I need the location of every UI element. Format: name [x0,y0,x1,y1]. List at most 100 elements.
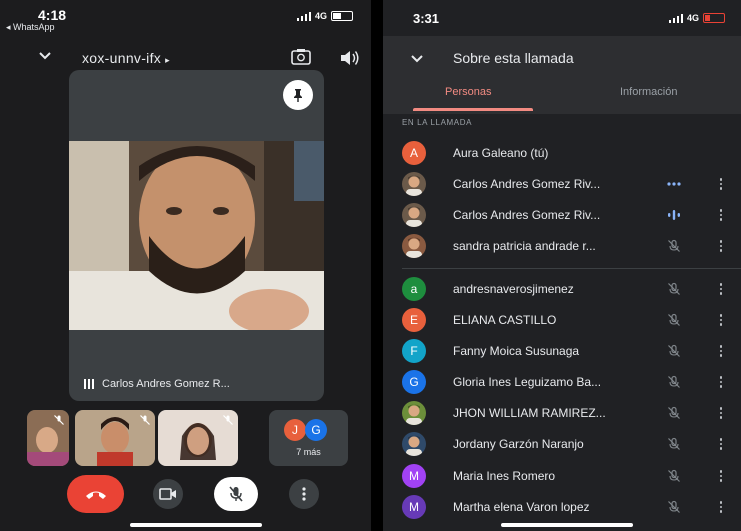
avatar: a [402,277,426,301]
page-title: Sobre esta llamada [453,50,574,66]
mic-off-icon [666,281,682,297]
chevron-down-icon[interactable] [410,52,424,66]
participant-name: Aura Galeano (tú) [453,146,549,160]
chevron-down-icon[interactable] [38,49,52,63]
thumbnail-tile[interactable] [158,410,238,466]
avatar: G [402,370,426,394]
more-vertical-icon[interactable] [716,468,726,484]
status-time: 3:31 [413,11,440,26]
speaker-icon[interactable] [338,48,360,68]
thumbnail-strip: J G 7 más [27,410,348,466]
participant-name: andresnaverosjimenez [453,282,574,296]
thumbnail-tile[interactable] [27,410,69,466]
avatar [402,203,426,227]
details-header: Sobre esta llamada Personas Información [383,36,741,114]
avatar [402,172,426,196]
participant-row[interactable]: M Martha elena Varon lopez [383,492,741,522]
participant-row[interactable]: F Fanny Moica Susunaga [383,336,741,366]
hang-up-button[interactable] [67,475,124,513]
meeting-code: xox-unnv-ifx [82,50,162,66]
participant-name: sandra patricia andrade r... [453,239,596,253]
mic-toggle-button[interactable] [214,477,258,511]
more-vertical-icon[interactable] [716,238,726,254]
more-vertical-icon[interactable] [716,343,726,359]
participant-name: Carlos Andres Gomez Riv... [453,208,601,222]
participant-row[interactable]: a andresnaverosjimenez [383,274,741,304]
caret-right-icon: ▸ [165,55,170,65]
more-options-button[interactable] [289,479,319,509]
signal-indicator: 4G [296,11,353,21]
participant-name: Martha elena Varon lopez [453,500,590,514]
avatar-photo-icon [406,175,422,196]
participant-name: Fanny Moica Susunaga [453,344,580,358]
mic-off-icon [666,312,682,328]
participant-row[interactable]: Carlos Andres Gomez Riv... [383,200,741,230]
participant-name: Jordany Garzón Naranjo [453,437,584,451]
tab-personas[interactable]: Personas [445,86,491,98]
phone-hangup-icon [85,491,106,499]
more-avatar-j: J [284,419,306,441]
section-label: EN LA LLAMADA [402,118,473,127]
participant-row[interactable]: M Maria Ines Romero [383,461,741,491]
mic-off-icon [223,415,233,425]
main-video-tile[interactable]: Carlos Andres Gomez R... [69,70,324,401]
participant-row[interactable]: Carlos Andres Gomez Riv... [383,169,741,199]
status-time: 4:18 [38,7,67,23]
video-camera-icon [159,488,176,500]
mic-off-icon [140,415,150,425]
more-vertical-icon[interactable] [716,312,726,328]
participant-name: Maria Ines Romero [453,469,556,483]
participant-row[interactable]: sandra patricia andrade r... [383,231,741,261]
more-vertical-icon [302,487,306,501]
audio-dots-icon [666,176,682,192]
mic-off-icon [666,499,682,515]
avatar [402,432,426,456]
mic-off-icon [666,374,682,390]
signal-indicator: 4G [668,13,725,23]
switch-camera-icon[interactable] [290,47,312,67]
mic-off-icon [666,405,682,421]
more-vertical-icon[interactable] [716,405,726,421]
more-avatar-g: G [305,419,327,441]
back-to-whatsapp-link[interactable]: ◂ WhatsApp [6,22,55,33]
participant-row[interactable]: G Gloria Ines Leguizamo Ba... [383,367,741,397]
tab-informacion[interactable]: Información [620,86,677,98]
avatar-photo-icon [406,206,422,227]
avatar-photo-icon [406,404,422,425]
status-bar: 3:31 4G [383,0,741,36]
participant-row[interactable]: E ELIANA CASTILLO [383,305,741,335]
more-vertical-icon[interactable] [716,176,726,192]
battery-low-icon [703,13,725,23]
signal-bars-icon [296,11,311,21]
mic-off-icon [54,415,64,425]
call-details-screen: 3:31 4G Sobre esta llamada Personas Info… [383,0,741,531]
meeting-code-button[interactable]: xox-unnv-ifx ▸ [82,50,170,66]
camera-toggle-button[interactable] [153,479,183,509]
pin-button[interactable] [283,80,313,110]
more-participants-tile[interactable]: J G 7 más [269,410,348,466]
mic-off-icon [666,468,682,484]
mic-off-icon [229,486,243,502]
more-vertical-icon[interactable] [716,281,726,297]
more-vertical-icon[interactable] [716,207,726,223]
status-bar: 4:18 ◂ WhatsApp 4G [0,0,371,34]
more-vertical-icon[interactable] [716,499,726,515]
list-divider [402,268,741,269]
thumbnail-tile[interactable] [75,410,155,466]
main-tile-participant-name: Carlos Andres Gomez R... [102,378,230,390]
more-vertical-icon[interactable] [716,374,726,390]
home-indicator[interactable] [501,523,633,527]
network-type: 4G [686,13,699,23]
participant-video [69,141,324,330]
participant-name: Carlos Andres Gomez Riv... [453,177,601,191]
participant-row[interactable]: A Aura Galeano (tú) [383,138,741,168]
meet-call-screen: 4:18 ◂ WhatsApp 4G xox-unnv-ifx ▸ Carlos… [0,0,371,531]
avatar [402,234,426,258]
participant-row[interactable]: Jordany Garzón Naranjo [383,429,741,459]
home-indicator[interactable] [130,523,262,527]
mic-off-icon [666,343,682,359]
avatar: E [402,308,426,332]
participant-row[interactable]: JHON WILLIAM RAMIREZ... [383,398,741,428]
more-vertical-icon[interactable] [716,436,726,452]
participant-name: JHON WILLIAM RAMIREZ... [453,406,606,420]
